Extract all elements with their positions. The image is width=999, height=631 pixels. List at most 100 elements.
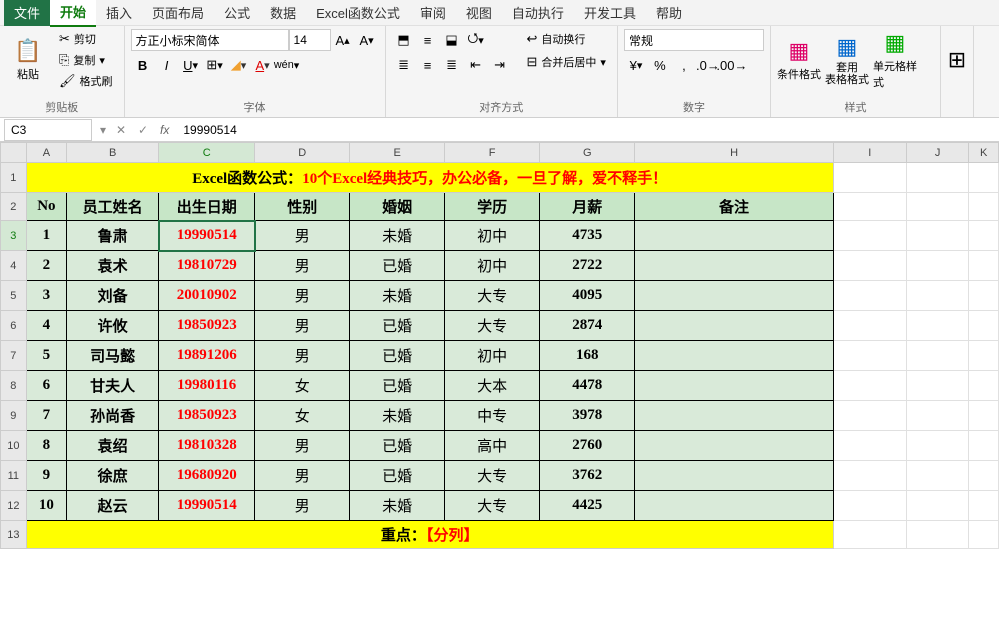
phonetic-button[interactable]: wén▾ — [275, 54, 299, 76]
shrink-font-button[interactable]: A▾ — [355, 29, 379, 51]
cell-remark[interactable] — [635, 491, 833, 521]
col-header-C[interactable]: C — [159, 143, 255, 163]
orientation-button[interactable]: ⭯▾ — [464, 29, 488, 51]
grow-font-button[interactable]: A▴ — [331, 29, 355, 51]
cell-marriage[interactable]: 已婚 — [350, 251, 445, 281]
cell-no[interactable]: 10 — [26, 491, 66, 521]
cell-no[interactable]: 9 — [26, 461, 66, 491]
cell-marriage[interactable]: 已婚 — [350, 311, 445, 341]
cell-date[interactable]: 19810328 — [159, 431, 255, 461]
cell-edu[interactable]: 大专 — [445, 491, 540, 521]
menu-file[interactable]: 文件 — [4, 0, 50, 26]
cell-salary[interactable]: 4735 — [540, 221, 635, 251]
cell-gender[interactable]: 女 — [255, 371, 350, 401]
col-header-B[interactable]: B — [67, 143, 159, 163]
cancel-formula-button[interactable]: ✕ — [110, 119, 132, 141]
cell-marriage[interactable]: 已婚 — [350, 371, 445, 401]
cell-styles-button[interactable]: ▦ 单元格样式 — [873, 29, 917, 91]
row-header-3[interactable]: 3 — [1, 221, 27, 251]
decrease-decimal-button[interactable]: .00→ — [720, 54, 744, 76]
table-header[interactable]: 备注 — [635, 193, 833, 221]
cell-salary[interactable]: 2874 — [540, 311, 635, 341]
table-header[interactable]: 学历 — [445, 193, 540, 221]
cell-edu[interactable]: 大专 — [445, 281, 540, 311]
cut-button[interactable]: ✂剪切 — [54, 29, 118, 49]
menu-tab-data[interactable]: 数据 — [260, 0, 306, 26]
cell-no[interactable]: 4 — [26, 311, 66, 341]
cell-name[interactable]: 刘备 — [67, 281, 159, 311]
row-header-13[interactable]: 13 — [1, 521, 27, 549]
cell-salary[interactable]: 3762 — [540, 461, 635, 491]
row-header-2[interactable]: 2 — [1, 193, 27, 221]
menu-tab-review[interactable]: 审阅 — [410, 0, 456, 26]
cell-marriage[interactable]: 未婚 — [350, 281, 445, 311]
align-center-button[interactable]: ≡ — [416, 54, 440, 76]
cell-name[interactable]: 鲁肃 — [67, 221, 159, 251]
cell-salary[interactable]: 168 — [540, 341, 635, 371]
col-header-D[interactable]: D — [255, 143, 350, 163]
col-header-G[interactable]: G — [540, 143, 635, 163]
align-bottom-button[interactable]: ⬓ — [440, 29, 464, 51]
cell-gender[interactable]: 男 — [255, 431, 350, 461]
insert-cells-button[interactable]: ⊞ — [947, 29, 967, 91]
select-all-corner[interactable] — [1, 143, 27, 163]
cell-no[interactable]: 6 — [26, 371, 66, 401]
cell-marriage[interactable]: 未婚 — [350, 491, 445, 521]
cell-gender[interactable]: 男 — [255, 311, 350, 341]
cell-edu[interactable]: 初中 — [445, 341, 540, 371]
menu-tab-insert[interactable]: 插入 — [96, 0, 142, 26]
font-color-button[interactable]: A▾ — [251, 54, 275, 76]
row-header-4[interactable]: 4 — [1, 251, 27, 281]
col-header-E[interactable]: E — [350, 143, 445, 163]
cell-date[interactable]: 19980116 — [159, 371, 255, 401]
cell-edu[interactable]: 大专 — [445, 461, 540, 491]
fill-color-button[interactable]: ◢▾ — [227, 54, 251, 76]
table-header[interactable]: 员工姓名 — [67, 193, 159, 221]
cell-no[interactable]: 7 — [26, 401, 66, 431]
cell-salary[interactable]: 4478 — [540, 371, 635, 401]
underline-button[interactable]: U▾ — [179, 54, 203, 76]
formula-input[interactable] — [175, 119, 999, 141]
col-header-K[interactable]: K — [969, 143, 999, 163]
row-header-6[interactable]: 6 — [1, 311, 27, 341]
cell-no[interactable]: 5 — [26, 341, 66, 371]
align-right-button[interactable]: ≣ — [440, 54, 464, 76]
paste-button[interactable]: 📋 粘贴 — [6, 29, 50, 91]
cell-salary[interactable]: 2760 — [540, 431, 635, 461]
table-header[interactable]: No — [26, 193, 66, 221]
col-header-F[interactable]: F — [445, 143, 540, 163]
cell-name[interactable]: 赵云 — [67, 491, 159, 521]
row-header-8[interactable]: 8 — [1, 371, 27, 401]
row-header-1[interactable]: 1 — [1, 163, 27, 193]
cell-marriage[interactable]: 未婚 — [350, 401, 445, 431]
percent-button[interactable]: % — [648, 54, 672, 76]
footer-cell[interactable]: 重点：【分列】 — [26, 521, 833, 549]
indent-decrease-button[interactable]: ⇤ — [464, 54, 488, 76]
copy-button[interactable]: ⎘复制 ▾ — [54, 50, 118, 70]
name-box[interactable] — [4, 119, 92, 141]
cell-no[interactable]: 2 — [26, 251, 66, 281]
menu-tab-auto[interactable]: 自动执行 — [502, 0, 574, 26]
cell-name[interactable]: 袁绍 — [67, 431, 159, 461]
cell-no[interactable]: 3 — [26, 281, 66, 311]
name-box-dropdown-icon[interactable]: ▾ — [96, 123, 110, 137]
title-cell[interactable]: Excel函数公式：10个Excel经典技巧，办公必备，一旦了解，爱不释手！ — [26, 163, 833, 193]
cell-remark[interactable] — [635, 281, 833, 311]
cell-marriage[interactable]: 已婚 — [350, 341, 445, 371]
table-header[interactable]: 出生日期 — [159, 193, 255, 221]
col-header-H[interactable]: H — [635, 143, 833, 163]
cell-edu[interactable]: 大本 — [445, 371, 540, 401]
row-header-9[interactable]: 9 — [1, 401, 27, 431]
cell-marriage[interactable]: 已婚 — [350, 461, 445, 491]
row-header-11[interactable]: 11 — [1, 461, 27, 491]
cell-gender[interactable]: 男 — [255, 221, 350, 251]
font-size-select[interactable] — [289, 29, 331, 51]
cell-salary[interactable]: 2722 — [540, 251, 635, 281]
cell-no[interactable]: 8 — [26, 431, 66, 461]
menu-tab-help[interactable]: 帮助 — [646, 0, 692, 26]
conditional-format-button[interactable]: ▦ 条件格式 — [777, 29, 821, 91]
cell-edu[interactable]: 高中 — [445, 431, 540, 461]
cell-remark[interactable] — [635, 341, 833, 371]
col-header-J[interactable]: J — [906, 143, 969, 163]
wrap-text-button[interactable]: ↩自动换行 — [522, 29, 611, 49]
